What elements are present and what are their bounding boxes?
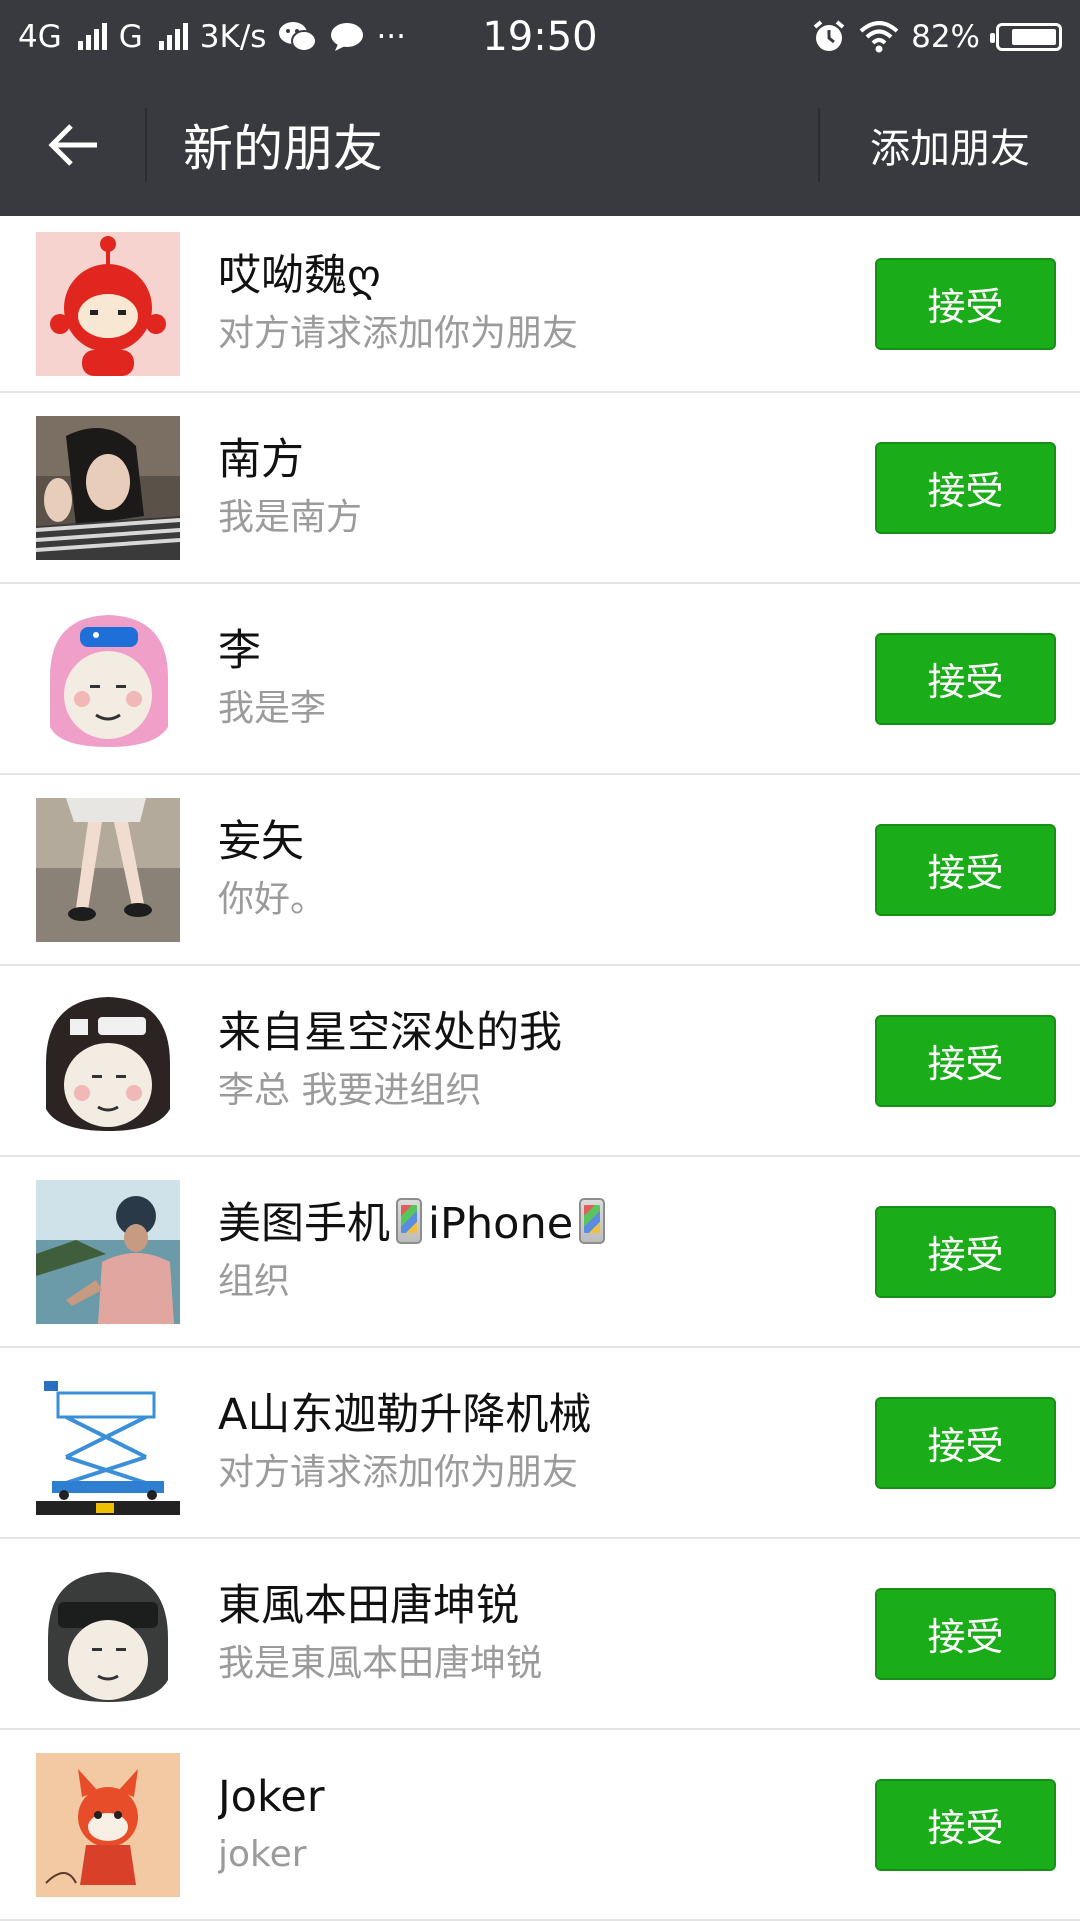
request-message: 对方请求添加你为朋友 [218, 312, 579, 354]
peppa-helmet-meme-avatar[interactable] [36, 606, 180, 751]
request-text: 美图手机 iPhone 组织 [218, 1196, 875, 1308]
request-message: 我是東風本田唐坤锐 [218, 1642, 543, 1684]
title-divider [145, 108, 147, 182]
more-notifications: ··· [376, 19, 406, 55]
red-teletubby-avatar[interactable] [36, 231, 180, 376]
name-part-1: 美图手机 [218, 1198, 390, 1249]
mobile-phone-icon [579, 1197, 606, 1244]
accept-button[interactable]: 接受 [875, 1014, 1056, 1107]
request-message: 我是李 [218, 687, 327, 729]
list-item[interactable]: 南方 我是南方 接受 [0, 393, 1080, 584]
mobile-phone-icon [396, 1197, 422, 1244]
helmet-meme-avatar[interactable] [36, 1561, 180, 1706]
request-message: 你好。 [218, 878, 327, 920]
request-text: 来自星空深处的我 李总 我要进组织 [218, 1005, 875, 1117]
accept-button[interactable]: 接受 [875, 1396, 1056, 1489]
status-bar: 4G G 3K/s ··· 19:50 82% [0, 0, 1080, 74]
contact-name: 東風本田唐坤锐 [218, 1580, 519, 1631]
list-item[interactable]: 妄矢 你好。 接受 [0, 775, 1080, 966]
contact-name: 南方 [218, 434, 304, 485]
list-item[interactable]: A山东迦勒升降机械 对方请求添加你为朋友 接受 [0, 1348, 1080, 1539]
status-left: 4G G 3K/s ··· [18, 19, 406, 55]
accept-button[interactable]: 接受 [875, 1778, 1056, 1871]
list-item[interactable]: 美图手机 iPhone 组织 接受 [0, 1157, 1080, 1348]
battery-percent: 82% [911, 19, 980, 55]
accept-button[interactable]: 接受 [875, 632, 1056, 725]
back-arrow-icon [47, 124, 97, 166]
contact-name: 妄矢 [218, 816, 304, 867]
girl-photo-avatar[interactable] [36, 415, 180, 560]
list-item[interactable]: 東風本田唐坤锐 我是東風本田唐坤锐 接受 [0, 1539, 1080, 1730]
contact-name: 李 [218, 625, 261, 676]
contact-name: 来自星空深处的我 [218, 1007, 562, 1058]
wifi-icon [859, 21, 899, 53]
contact-name: Joker [218, 1771, 325, 1822]
network-type-1: 4G [18, 19, 62, 55]
network-speed: 3K/s [199, 19, 267, 55]
contact-name: A山东迦勒升降机械 [218, 1389, 592, 1440]
request-text: 妄矢 你好。 [218, 814, 875, 926]
contact-name: 哎呦魏ღ [218, 250, 381, 301]
request-text: 李 我是李 [218, 623, 875, 735]
red-fox-cartoon-avatar[interactable] [36, 1752, 180, 1897]
list-item[interactable]: Joker joker 接受 [0, 1730, 1080, 1921]
accept-button[interactable]: 接受 [875, 823, 1056, 916]
back-button[interactable] [0, 74, 145, 216]
network-type-2: G [118, 19, 143, 55]
message-icon [331, 23, 364, 51]
list-item[interactable]: 来自星空深处的我 李总 我要进组织 接受 [0, 966, 1080, 1157]
status-right: 82% [811, 19, 1062, 55]
wechat-icon [279, 22, 318, 52]
add-friend-button[interactable]: 添加朋友 [818, 108, 1080, 182]
black-cap-meme-avatar[interactable] [36, 988, 180, 1133]
list-item[interactable]: 李 我是李 接受 [0, 584, 1080, 775]
battery-icon [990, 23, 1062, 51]
request-text: 哎呦魏ღ 对方请求添加你为朋友 [218, 248, 875, 360]
accept-button[interactable]: 接受 [875, 1205, 1056, 1298]
alarm-icon [813, 20, 845, 51]
accept-button[interactable]: 接受 [875, 441, 1056, 534]
scissor-lift-avatar[interactable] [36, 1370, 180, 1515]
man-seaside-photo-avatar[interactable] [36, 1179, 180, 1324]
contact-name: 美图手机 iPhone [218, 1196, 875, 1252]
request-message: 李总 我要进组织 [218, 1069, 482, 1111]
request-message: joker [218, 1833, 307, 1875]
request-text: 東風本田唐坤锐 我是東風本田唐坤锐 [218, 1578, 875, 1690]
signal-icon [158, 23, 188, 50]
battery-level [1012, 29, 1056, 45]
request-message: 对方请求添加你为朋友 [218, 1451, 579, 1493]
name-part-2: iPhone [428, 1198, 574, 1249]
friend-request-list: 哎呦魏ღ 对方请求添加你为朋友 接受 南方 我是南方 接受 李 我是李 接受 妄… [0, 216, 1080, 1921]
signal-icon [77, 23, 107, 50]
request-text: Joker joker [218, 1769, 875, 1881]
legs-photo-avatar[interactable] [36, 797, 180, 942]
request-message: 组织 [218, 1260, 291, 1302]
list-item[interactable]: 哎呦魏ღ 对方请求添加你为朋友 接受 [0, 216, 1080, 393]
accept-button[interactable]: 接受 [875, 1587, 1056, 1680]
accept-button[interactable]: 接受 [875, 257, 1056, 350]
title-bar: 新的朋友 添加朋友 [0, 74, 1080, 216]
request-text: A山东迦勒升降机械 对方请求添加你为朋友 [218, 1387, 875, 1499]
page-title: 新的朋友 [183, 120, 383, 178]
request-message: 我是南方 [218, 496, 363, 538]
status-time: 19:50 [482, 14, 598, 60]
request-text: 南方 我是南方 [218, 432, 875, 544]
